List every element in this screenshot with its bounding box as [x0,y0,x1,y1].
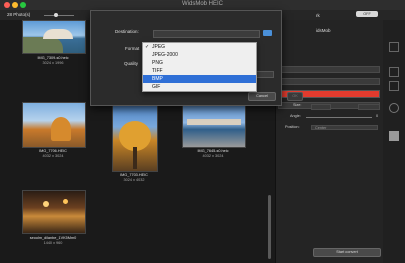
format-option-label: JPEG-2000 [152,52,178,58]
zoom-slider-knob[interactable] [54,13,58,17]
checkmark-icon: ✓ [145,44,150,50]
angle-slider[interactable] [306,117,372,118]
start-convert-button[interactable]: Start convert [313,248,381,257]
photo-thumbnail[interactable] [22,20,86,54]
format-option-label: GIF [152,84,161,90]
format-option-label: PNG [152,60,163,66]
style-select[interactable] [278,78,380,85]
photo-thumbnail[interactable] [182,102,246,148]
format-option-jpeg2000[interactable]: JPEG-2000 [143,51,256,59]
destination-label: Destination: [115,29,139,34]
format-option-label: TIFF [152,68,163,74]
photo-count: 28 Photo(s) [7,12,31,17]
watermark-icon[interactable] [389,131,399,141]
photo-thumbnail[interactable] [112,102,158,172]
position-label: Position: [285,125,300,129]
thumbnail-dimensions: 3024 x 4032 [123,178,145,182]
format-label: Format [125,46,140,51]
thumbnail-dimensions: 1440 x 960 [43,241,63,245]
size-label: Size: [293,103,302,107]
image-settings-icon[interactable] [389,42,399,52]
thumbnail-dimensions: 3024 x 1996 [42,61,64,65]
quality-field[interactable] [256,71,274,78]
format-option-label: JPEG [152,44,166,50]
folder-icon[interactable] [263,30,272,36]
gallery-scrollbar[interactable] [268,195,271,259]
format-icon[interactable] [389,81,399,91]
size-unit-select[interactable] [358,104,380,110]
thumbnail-dimensions: 4032 x 3024 [202,154,224,158]
format-option-tiff[interactable]: TIFF [143,67,256,75]
size-field[interactable] [311,104,331,110]
settings-panel: rk OFF idsMob Size: Angle: 0 Position: C… [275,11,384,263]
rotate-icon[interactable] [389,103,399,113]
photo-thumbnail[interactable] [22,190,86,234]
format-option-bmp[interactable]: BMP [143,75,256,83]
tool-sidebar [383,20,405,263]
destination-field[interactable] [153,30,260,38]
photo-thumbnail[interactable] [22,102,86,148]
thumbnail-dimensions: 4032 x 3024 [42,154,64,158]
quality-label: Quality [124,61,139,66]
watermark-text: idsMob [316,28,331,33]
format-option-label: BMP [152,76,163,82]
format-option-png[interactable]: PNG [143,59,256,67]
watermark-toggle[interactable]: OFF [356,11,378,17]
watermark-label: rk [316,13,320,18]
format-option-gif[interactable]: GIF [143,83,256,91]
ok-button-disabled[interactable]: OK [287,92,303,101]
window-title: WidsMob HEIC [181,1,223,7]
format-option-jpeg[interactable]: ✓ JPEG [143,43,256,51]
cancel-button[interactable]: Cancel [248,92,276,101]
zoom-slider[interactable] [44,13,74,17]
position-select[interactable]: Center [311,125,378,130]
font-select[interactable] [278,66,380,73]
angle-value: 0 [376,114,379,118]
resize-icon[interactable] [389,67,399,77]
format-dropdown-menu: ✓ JPEG JPEG-2000 PNG TIFF BMP GIF [142,42,257,92]
angle-label: Angle: [290,114,301,118]
